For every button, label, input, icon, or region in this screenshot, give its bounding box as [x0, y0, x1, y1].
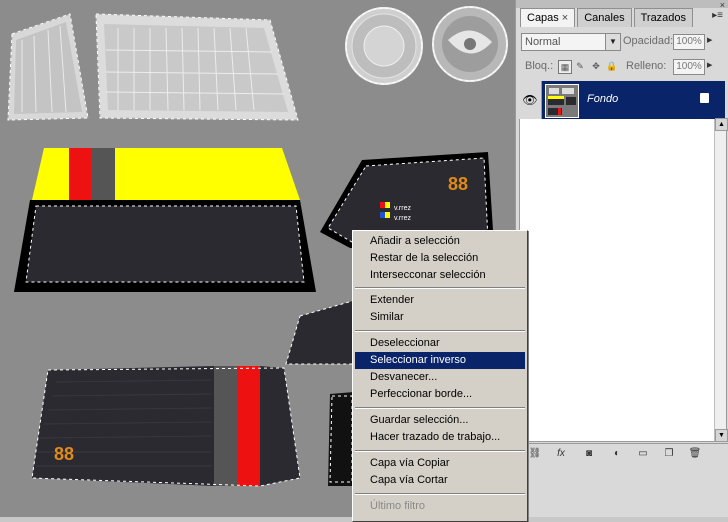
menu-item-subtract-selection[interactable]: Restar de la selección	[355, 250, 525, 267]
menu-item-save-selection[interactable]: Guardar selección...	[355, 412, 525, 429]
eye-icon[interactable]: 👁	[519, 81, 542, 119]
panel-tabs: Capas × Canales Trazados	[520, 8, 695, 28]
door-window-image	[328, 392, 354, 486]
menu-item-make-work-path[interactable]: Hacer trazado de trabajo...	[355, 429, 525, 446]
menu-item-refine-edge[interactable]: Perfeccionar borde...	[355, 386, 525, 403]
menu-separator	[355, 287, 525, 289]
trash-icon[interactable]: 🗑	[688, 447, 702, 461]
fx-icon[interactable]: fx	[554, 447, 568, 461]
fill-label: Relleno:	[626, 60, 667, 72]
svg-text:88: 88	[448, 174, 468, 194]
mask-icon[interactable]: ◙	[582, 447, 596, 461]
round-light-image	[345, 7, 423, 85]
menu-separator	[355, 450, 525, 452]
lock-brush-icon[interactable]: ✎	[574, 60, 586, 72]
quarter-window-image	[285, 299, 357, 365]
menu-item-select-inverse[interactable]: Seleccionar inverso	[355, 352, 525, 369]
tab-trazados[interactable]: Trazados	[633, 8, 694, 27]
adjustment-icon[interactable]: ◐	[610, 447, 624, 461]
menu-item-deselect[interactable]: Deseleccionar	[355, 335, 525, 352]
panel-menu-icon[interactable]: ▸≡	[712, 10, 723, 21]
fill-dropdown-icon[interactable]: ▶	[707, 59, 717, 73]
menu-item-layer-via-copy[interactable]: Capa vía Copiar	[355, 455, 525, 472]
headlight-right-image	[95, 13, 299, 121]
chevron-down-icon: ▼	[605, 34, 620, 50]
group-icon[interactable]: ▭	[636, 447, 650, 461]
reflector-image	[432, 6, 508, 82]
link-icon[interactable]: ⛓	[528, 447, 542, 461]
menu-item-feather[interactable]: Desvanecer...	[355, 369, 525, 386]
layer-lock-icon	[700, 93, 709, 103]
tab-canales[interactable]: Canales	[577, 8, 632, 27]
menu-separator	[355, 330, 525, 332]
blend-mode-value: Normal	[525, 36, 561, 48]
lock-label: Bloq.:	[525, 60, 554, 72]
layers-scrollbar[interactable]: ▲ ▼	[714, 118, 728, 442]
svg-text:88: 88	[54, 444, 74, 464]
layer-thumbnail	[545, 84, 579, 118]
lock-position-icon[interactable]: ✥	[590, 60, 602, 72]
tab-canales-label: Canales	[584, 12, 625, 24]
windshield-image	[14, 200, 316, 292]
menu-item-layer-via-cut[interactable]: Capa vía Cortar	[355, 472, 525, 489]
context-menu: Añadir a selección Restar de la selecció…	[352, 230, 528, 522]
tab-capas[interactable]: Capas ×	[520, 8, 576, 27]
scroll-up-icon[interactable]: ▲	[715, 118, 728, 131]
menu-item-add-to-selection[interactable]: Añadir a selección	[355, 233, 525, 250]
fill-input[interactable]: 100%	[673, 59, 705, 75]
layer-row-fondo[interactable]: 👁 Fondo	[519, 81, 725, 119]
menu-separator	[355, 407, 525, 409]
svg-text:v.rrez: v.rrez	[394, 205, 411, 212]
opacity-input[interactable]: 100%	[673, 34, 705, 50]
windshield-stripe-image	[32, 148, 300, 200]
menu-item-similar[interactable]: Similar	[355, 309, 525, 326]
svg-text:v.rrez: v.rrez	[394, 215, 411, 222]
opacity-label: Opacidad:	[623, 35, 674, 47]
lock-transparency-icon[interactable]: ▦	[558, 60, 572, 74]
panel-title-bar[interactable]	[516, 0, 728, 8]
layers-list: ▲ ▼	[519, 118, 728, 442]
menu-separator	[355, 493, 525, 495]
panel-close-icon[interactable]: ×	[720, 0, 725, 10]
tab-trazados-label: Trazados	[640, 12, 687, 24]
lock-all-icon[interactable]: 🔒	[606, 60, 618, 72]
rear-window-image: 88	[31, 366, 301, 487]
menu-item-grow[interactable]: Extender	[355, 292, 525, 309]
new-layer-icon[interactable]: ❐	[662, 447, 676, 461]
layer-name: Fondo	[587, 93, 619, 105]
layers-panel: × Capas × Canales Trazados ▸≡ Normal ▼ Op…	[515, 0, 728, 517]
opacity-dropdown-icon[interactable]: ▶	[707, 34, 717, 48]
layers-bottom-toolbar: ⛓ fx ◙ ◐ ▭ ❐ 🗑	[516, 443, 728, 464]
menu-item-intersect-selection[interactable]: Intersecconar selección	[355, 267, 525, 284]
menu-item-last-filter: Último filtro	[370, 500, 426, 512]
headlight-left-image	[7, 13, 89, 121]
tab-capas-label: Capas	[527, 12, 559, 24]
tab-close-icon[interactable]: ×	[562, 12, 568, 24]
scroll-down-icon[interactable]: ▼	[715, 429, 728, 442]
blend-mode-select[interactable]: Normal ▼	[521, 33, 621, 51]
